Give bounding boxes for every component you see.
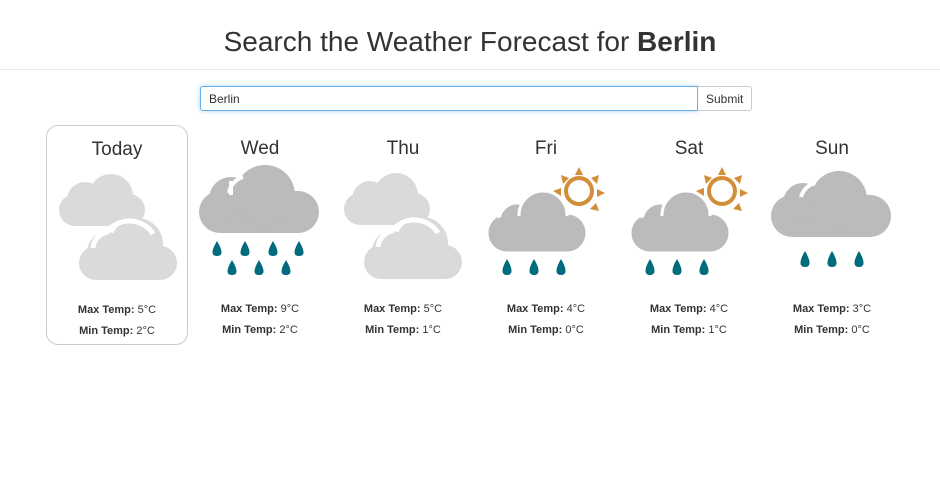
min-temp-label: Min Temp: xyxy=(222,324,277,336)
forecast-list: Today Max Temp: 5°C Min Temp: 2°C Wed Ma… xyxy=(46,125,906,350)
max-temp: Max Temp: 5°C xyxy=(332,302,474,316)
min-temp-label: Min Temp: xyxy=(365,324,420,336)
day-name: Sat xyxy=(674,138,704,159)
search-form: Submit xyxy=(200,86,753,111)
min-temp-label: Min Temp: xyxy=(79,325,134,337)
day-name: Sun xyxy=(815,138,849,159)
min-temp: Min Temp: 1°C xyxy=(618,323,760,337)
max-temp-label: Max Temp: xyxy=(220,303,278,315)
heavy-rain-icon xyxy=(199,165,319,275)
min-temp: Min Temp: 2°C xyxy=(189,323,331,337)
max-temp-value: 4°C xyxy=(709,303,729,315)
max-temp-value: 4°C xyxy=(566,303,586,315)
day-card-sat[interactable]: Sat Max Temp: 4°C Min Temp: 1°C xyxy=(618,125,760,345)
search-input[interactable] xyxy=(200,86,698,111)
min-temp-value: 0°C xyxy=(565,324,584,336)
max-temp-value: 5°C xyxy=(137,304,157,316)
max-temp: Max Temp: 3°C xyxy=(761,302,903,316)
min-temp: Min Temp: 0°C xyxy=(475,323,617,337)
min-temp-value: 2°C xyxy=(279,324,298,336)
day-card-fri[interactable]: Fri Max Temp: 4°C Min Temp: 0°C xyxy=(475,125,617,345)
max-temp: Max Temp: 4°C xyxy=(618,302,760,316)
min-temp: Min Temp: 1°C xyxy=(332,323,474,337)
day-name: Wed xyxy=(240,138,280,159)
max-temp: Max Temp: 4°C xyxy=(475,302,617,316)
sun-rain-icon xyxy=(485,167,605,275)
min-temp: Min Temp: 0°C xyxy=(761,323,903,337)
max-temp: Max Temp: 5°C xyxy=(47,303,187,317)
submit-button[interactable]: Submit xyxy=(698,86,753,111)
day-card-wed[interactable]: Wed Max Temp: 9°C Min Temp: 2°C xyxy=(189,125,331,345)
max-temp-label: Max Temp: xyxy=(792,303,850,315)
page-header: Search the Weather Forecast for Berlin xyxy=(0,0,940,70)
day-card-thu[interactable]: Thu Max Temp: 5°C Min Temp: 1°C xyxy=(332,125,474,345)
day-name: Today xyxy=(91,139,143,160)
day-card-today[interactable]: Today Max Temp: 5°C Min Temp: 2°C xyxy=(46,125,188,345)
max-temp: Max Temp: 9°C xyxy=(189,302,331,316)
cloudy-icon xyxy=(59,174,177,280)
max-temp-label: Max Temp: xyxy=(77,304,135,316)
max-temp-value: 3°C xyxy=(852,303,872,315)
rain-icon xyxy=(771,171,891,267)
max-temp-label: Max Temp: xyxy=(649,303,707,315)
max-temp-label: Max Temp: xyxy=(363,303,421,315)
max-temp-value: 5°C xyxy=(423,303,443,315)
cloudy-icon xyxy=(344,173,462,279)
max-temp-value: 9°C xyxy=(280,303,300,315)
min-temp-value: 2°C xyxy=(136,325,155,337)
day-card-sun[interactable]: Sun Max Temp: 3°C Min Temp: 0°C xyxy=(761,125,903,345)
page-title-city: Berlin xyxy=(637,26,717,57)
day-name: Thu xyxy=(386,138,420,159)
page-title-prefix: Search the Weather Forecast for xyxy=(223,26,630,57)
day-name: Fri xyxy=(534,138,558,159)
min-temp-value: 1°C xyxy=(422,324,441,336)
min-temp-value: 1°C xyxy=(708,324,727,336)
page-title: Search the Weather Forecast for Berlin xyxy=(0,26,940,58)
max-temp-label: Max Temp: xyxy=(506,303,564,315)
min-temp-value: 0°C xyxy=(851,324,870,336)
min-temp-label: Min Temp: xyxy=(794,324,849,336)
sun-rain-icon xyxy=(628,167,748,275)
min-temp: Min Temp: 2°C xyxy=(47,324,187,338)
min-temp-label: Min Temp: xyxy=(508,324,563,336)
min-temp-label: Min Temp: xyxy=(651,324,706,336)
